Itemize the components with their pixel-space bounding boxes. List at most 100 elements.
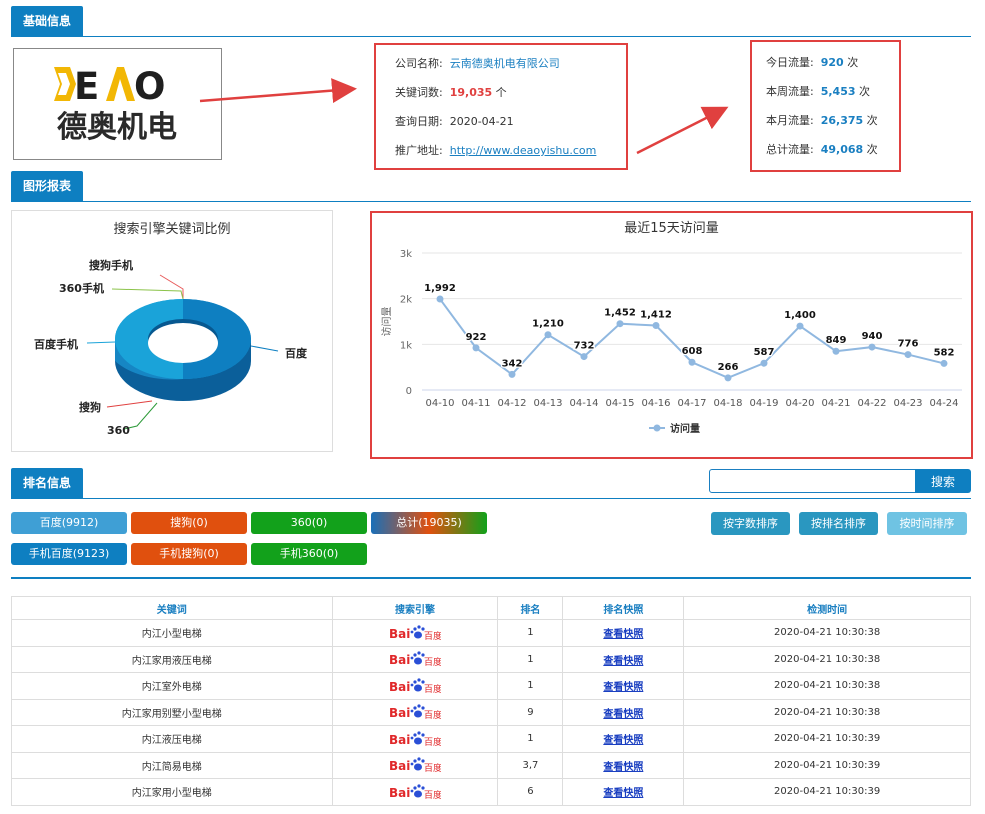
x-tick-label: 04-12 bbox=[497, 398, 526, 409]
data-label: 342 bbox=[502, 358, 523, 369]
data-point bbox=[904, 351, 912, 359]
data-point bbox=[472, 344, 480, 352]
svg-text:百度: 百度 bbox=[424, 789, 441, 801]
y-axis-label: 访问量 bbox=[380, 307, 393, 337]
cell-snapshot: 查看快照 bbox=[562, 725, 685, 753]
section-basic-header: 基础信息 bbox=[11, 6, 971, 37]
chip-360[interactable]: 360(0) bbox=[251, 512, 367, 534]
table-row: 内江家用液压电梯 Bai 百度 1 查看快照 2020-04-21 10:30:38 bbox=[11, 645, 971, 673]
x-tick-label: 04-24 bbox=[929, 398, 958, 409]
cell-time: 2020-04-21 10:30:38 bbox=[683, 619, 971, 647]
data-point bbox=[688, 358, 696, 366]
chip-sogou[interactable]: 搜狗(0) bbox=[131, 512, 247, 534]
snapshot-link[interactable]: 查看快照 bbox=[603, 788, 643, 799]
cell-engine: Bai 百度 bbox=[331, 619, 499, 647]
data-label: 922 bbox=[466, 332, 487, 343]
cell-engine: Bai 百度 bbox=[331, 725, 499, 753]
pie-label-360-mobile: 360手机 bbox=[59, 281, 104, 295]
company-info-panel: 公司名称: 云南德奥机电有限公司 关键词数: 19,035 个 查询日期: 20… bbox=[374, 43, 628, 170]
snapshot-link[interactable]: 查看快照 bbox=[603, 735, 643, 746]
svg-text:百度: 百度 bbox=[424, 736, 441, 748]
cell-engine: Bai 百度 bbox=[331, 672, 499, 700]
sort-by-length-button[interactable]: 按字数排序 bbox=[711, 512, 790, 535]
snapshot-link[interactable]: 查看快照 bbox=[603, 629, 643, 640]
search-button[interactable]: 搜索 bbox=[915, 469, 971, 493]
promo-url-row: 推广地址: http://www.deaoyishu.com bbox=[395, 142, 596, 158]
data-label: 1,210 bbox=[532, 319, 564, 330]
keywords-label: 关键词数: bbox=[395, 86, 443, 99]
chip-sogou-mobile[interactable]: 手机搜狗(0) bbox=[131, 543, 247, 565]
ranking-divider bbox=[11, 577, 971, 579]
x-tick-label: 04-10 bbox=[425, 398, 454, 409]
pie-label-sogou: 搜狗 bbox=[79, 400, 101, 414]
cell-rank: 1 bbox=[497, 619, 564, 647]
table-row: 内江家用别墅小型电梯 Bai 百度 9 查看快照 2020-04-21 10:30:38 bbox=[11, 698, 971, 726]
col-time: 检测时间 bbox=[683, 596, 971, 620]
section-charts-header: 图形报表 bbox=[11, 171, 971, 202]
chip-total[interactable]: 总计(19035) bbox=[371, 512, 487, 534]
data-point bbox=[580, 353, 588, 361]
cell-rank: 1 bbox=[497, 645, 564, 673]
svg-text:Bai: Bai bbox=[389, 680, 410, 694]
data-label: 608 bbox=[682, 346, 703, 357]
data-label: 776 bbox=[898, 339, 919, 350]
cell-engine: Bai 百度 bbox=[331, 698, 499, 726]
traffic-week-unit: 次 bbox=[859, 85, 871, 98]
x-tick-label: 04-19 bbox=[749, 398, 778, 409]
data-label: 587 bbox=[754, 347, 775, 358]
engine-ratio-chart: 搜索引擎关键词比例 百度 搜狗 360 百度手机 360手机 搜狗手机 bbox=[11, 210, 333, 452]
snapshot-link[interactable]: 查看快照 bbox=[603, 682, 643, 693]
traffic-today-unit: 次 bbox=[847, 56, 859, 69]
x-tick-label: 04-18 bbox=[713, 398, 742, 409]
cell-snapshot: 查看快照 bbox=[562, 672, 685, 700]
cell-rank: 6 bbox=[497, 778, 564, 806]
traffic-total-value: 49,068 bbox=[820, 143, 864, 156]
data-point bbox=[796, 322, 804, 330]
x-tick-label: 04-14 bbox=[569, 398, 598, 409]
x-tick-label: 04-20 bbox=[785, 398, 814, 409]
data-point bbox=[724, 374, 732, 382]
traffic-month: 本月流量: 26,375 次 bbox=[766, 112, 878, 128]
pie-label-sogou-mobile: 搜狗手机 bbox=[89, 258, 133, 272]
traffic-week-value: 5,453 bbox=[820, 85, 856, 98]
cell-keyword: 内江家用别墅小型电梯 bbox=[11, 698, 333, 726]
svg-text:Bai: Bai bbox=[389, 733, 410, 747]
traffic-total: 总计流量: 49,068 次 bbox=[766, 141, 878, 157]
keyword-search: 搜索 bbox=[709, 469, 971, 493]
search-input[interactable] bbox=[709, 469, 916, 493]
logo-mark: E O bbox=[54, 65, 165, 108]
chip-baidu[interactable]: 百度(9912) bbox=[11, 512, 127, 534]
traffic-week: 本周流量: 5,453 次 bbox=[766, 83, 870, 99]
snapshot-link[interactable]: 查看快照 bbox=[603, 762, 643, 773]
pie-chart-svg: 百度 搜狗 360 百度手机 360手机 搜狗手机 bbox=[34, 258, 308, 437]
table-row: 内江小型电梯 Bai 百度 1 查看快照 2020-04-21 10:30:38 bbox=[11, 619, 971, 647]
line-chart-title: 最近15天访问量 bbox=[624, 221, 719, 236]
y-tick-label: 3k bbox=[400, 249, 412, 260]
svg-text:Bai: Bai bbox=[389, 627, 410, 641]
traffic-total-unit: 次 bbox=[866, 143, 878, 156]
col-snapshot: 排名快照 bbox=[562, 596, 685, 620]
baidu-logo-icon: Bai 百度 bbox=[389, 757, 441, 774]
promo-url-link[interactable]: http://www.deaoyishu.com bbox=[450, 144, 597, 157]
sort-by-rank-button[interactable]: 按排名排序 bbox=[799, 512, 878, 535]
snapshot-link[interactable]: 查看快照 bbox=[603, 656, 643, 667]
svg-text:Bai: Bai bbox=[389, 706, 410, 720]
traffic-panel: 今日流量: 920 次 本周流量: 5,453 次 本月流量: 26,375 次… bbox=[750, 40, 901, 172]
chip-360-mobile[interactable]: 手机360(0) bbox=[251, 543, 367, 565]
data-point bbox=[832, 347, 840, 355]
y-tick-label: 1k bbox=[400, 340, 412, 351]
logo-text: 德奥机电 bbox=[57, 110, 177, 145]
sort-by-time-button[interactable]: 按时间排序 bbox=[887, 512, 967, 535]
cell-time: 2020-04-21 10:30:39 bbox=[683, 778, 971, 806]
data-label: 266 bbox=[718, 362, 739, 373]
chip-baidu-mobile[interactable]: 手机百度(9123) bbox=[11, 543, 127, 565]
data-label: 582 bbox=[934, 347, 955, 358]
legend-label-visits: 访问量 bbox=[670, 422, 700, 435]
arrow-info-to-traffic bbox=[636, 106, 729, 155]
company-name-row: 公司名称: 云南德奥机电有限公司 bbox=[395, 55, 560, 71]
x-tick-label: 04-16 bbox=[641, 398, 670, 409]
x-tick-label: 04-23 bbox=[893, 398, 922, 409]
snapshot-link[interactable]: 查看快照 bbox=[603, 709, 643, 720]
table-row: 内江简易电梯 Bai 百度 3,7 查看快照 2020-04-21 10:30:39 bbox=[11, 751, 971, 779]
data-point bbox=[616, 320, 624, 328]
